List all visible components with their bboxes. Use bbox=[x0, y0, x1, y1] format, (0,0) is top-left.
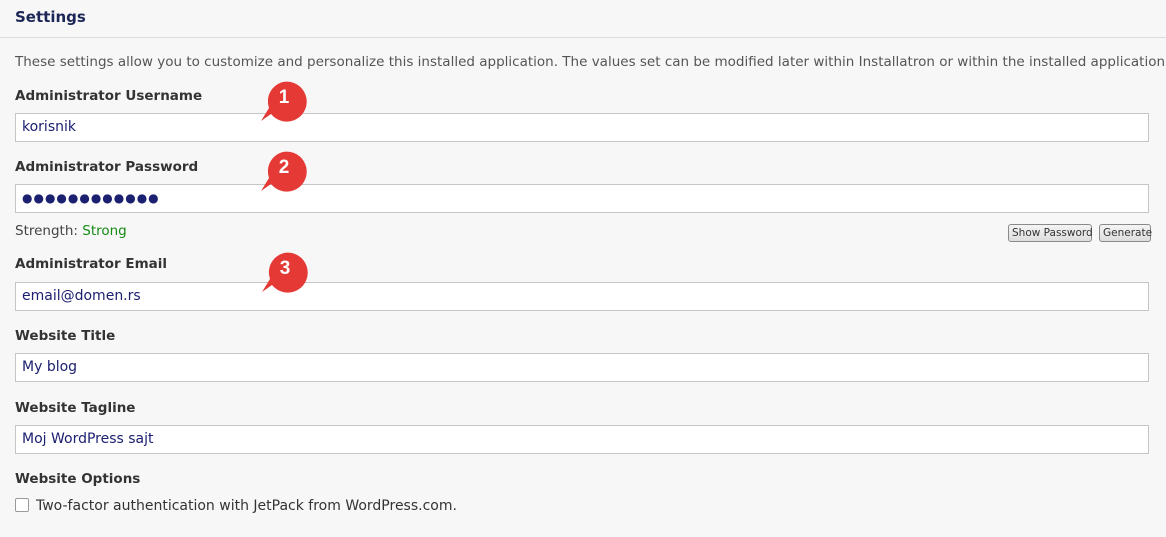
marker-number: 1 bbox=[279, 87, 290, 108]
settings-header: Settings bbox=[0, 0, 1166, 38]
intro-text: These settings allow you to customize an… bbox=[15, 54, 1166, 70]
email-label: Administrator Email bbox=[15, 256, 168, 272]
password-strength: Strength: Strong bbox=[15, 223, 127, 239]
show-password-button[interactable]: Show Password bbox=[1008, 224, 1093, 242]
strength-label: Strength: bbox=[15, 223, 78, 239]
jetpack-2fa-checkbox[interactable] bbox=[15, 498, 29, 512]
username-label: Administrator Username bbox=[15, 88, 203, 104]
jetpack-2fa-label[interactable]: Two-factor authentication with JetPack f… bbox=[36, 498, 457, 514]
marker-number: 2 bbox=[279, 157, 290, 178]
website-options-label: Website Options bbox=[15, 471, 141, 487]
password-input[interactable]: ●●●●●●●●●●●● bbox=[15, 184, 1149, 213]
password-label: Administrator Password bbox=[15, 159, 199, 175]
strength-value: Strong bbox=[82, 223, 127, 239]
annotation-marker-1: 1 bbox=[261, 81, 307, 122]
page-title: Settings bbox=[15, 8, 86, 26]
website-tagline-label: Website Tagline bbox=[15, 400, 136, 416]
annotation-marker-3: 3 bbox=[262, 252, 308, 293]
marker-number: 3 bbox=[280, 258, 291, 279]
generate-button[interactable]: Generate bbox=[1099, 224, 1152, 242]
website-tagline-input[interactable]: Moj WordPress sajt bbox=[15, 425, 1149, 454]
website-title-input[interactable]: My blog bbox=[15, 353, 1149, 382]
username-input[interactable]: korisnik bbox=[15, 113, 1149, 142]
annotation-marker-2: 2 bbox=[261, 151, 307, 192]
website-title-label: Website Title bbox=[15, 328, 116, 344]
email-input[interactable]: email@domen.rs bbox=[15, 282, 1149, 311]
